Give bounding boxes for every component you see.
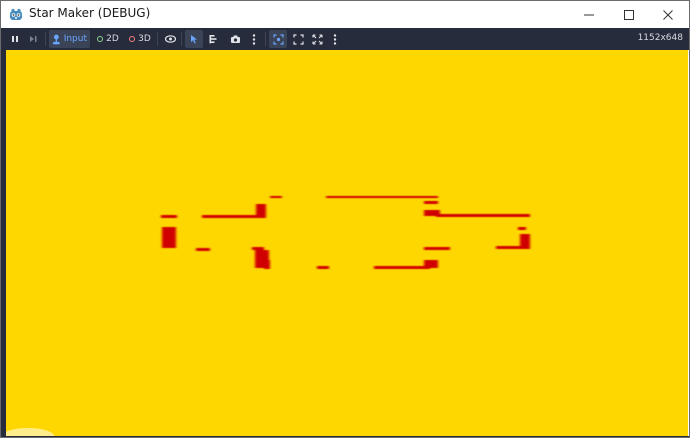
stroke-segment	[326, 196, 438, 198]
mode-2d-label: 2D	[106, 34, 119, 44]
input-label: Input	[63, 34, 87, 44]
stroke-segment	[202, 215, 256, 218]
camera-icon	[230, 35, 240, 43]
stroke-segment	[162, 227, 176, 248]
stroke-segment	[436, 214, 530, 217]
stroke-segment	[252, 247, 264, 250]
corner-glare	[6, 428, 54, 436]
kebab-icon	[252, 33, 256, 45]
stroke-segment	[518, 227, 526, 230]
stroke-segment	[424, 260, 438, 268]
eye-icon	[164, 35, 176, 43]
3d-dot-icon	[129, 36, 136, 42]
2d-dot-icon	[97, 36, 104, 42]
more-view-options-button[interactable]	[328, 30, 342, 48]
toolbar-separator	[181, 32, 182, 46]
cursor-icon	[191, 35, 197, 44]
step-icon	[30, 36, 37, 42]
stroke-segment	[270, 196, 282, 198]
step-button[interactable]	[25, 30, 41, 48]
debug-toolbar: Input 2D 3D 1152x648	[1, 28, 689, 50]
mode-3d-button[interactable]: 3D	[126, 30, 154, 48]
maximize-button[interactable]	[607, 1, 651, 28]
minimize-button[interactable]	[567, 1, 611, 28]
pause-button[interactable]	[7, 30, 23, 48]
resolution-label: 1152x648	[637, 33, 683, 43]
stroke-segment	[374, 266, 430, 269]
close-icon	[663, 9, 673, 20]
stroke-segment	[317, 266, 329, 269]
title-bar[interactable]: Star Maker (DEBUG)	[1, 1, 689, 28]
expand-button[interactable]	[308, 30, 326, 48]
list-icon	[209, 35, 217, 44]
toolbar-separator	[45, 32, 46, 46]
select-button[interactable]	[185, 30, 203, 48]
camera-focus-button[interactable]	[269, 30, 287, 48]
focus-icon	[272, 33, 284, 45]
fit-icon	[292, 33, 304, 45]
red-star-strokes	[161, 196, 530, 269]
pause-icon	[12, 36, 18, 42]
close-button[interactable]	[646, 1, 689, 28]
maximize-icon	[624, 9, 634, 20]
camera-button[interactable]	[226, 30, 244, 48]
godot-icon	[9, 7, 23, 21]
mode-2d-button[interactable]: 2D	[94, 30, 122, 48]
game-window: Star Maker (DEBUG) Input 2D 3D 1152x648	[0, 0, 690, 438]
window-title: Star Maker (DEBUG)	[29, 6, 151, 20]
toolbar-separator	[157, 32, 158, 46]
game-viewport[interactable]	[6, 50, 688, 436]
stroke-segment	[496, 246, 526, 249]
star-drawing	[6, 196, 530, 436]
toolbar-separator	[265, 32, 266, 46]
stroke-segment	[264, 260, 270, 269]
more-options-button[interactable]	[247, 30, 261, 48]
stroke-segment	[161, 215, 177, 218]
fit-view-button[interactable]	[289, 30, 307, 48]
joystick-icon	[52, 34, 60, 44]
visibility-button[interactable]	[161, 30, 179, 48]
stroke-segment	[424, 247, 450, 250]
stroke-segment	[424, 201, 438, 204]
stroke-segment	[256, 204, 266, 218]
input-toggle-button[interactable]: Input	[49, 30, 90, 48]
stroke-segment	[196, 248, 210, 251]
list-button[interactable]	[204, 30, 222, 48]
mode-3d-label: 3D	[138, 34, 151, 44]
kebab-icon	[333, 33, 337, 45]
minimize-icon	[584, 14, 594, 15]
expand-icon	[311, 33, 323, 45]
